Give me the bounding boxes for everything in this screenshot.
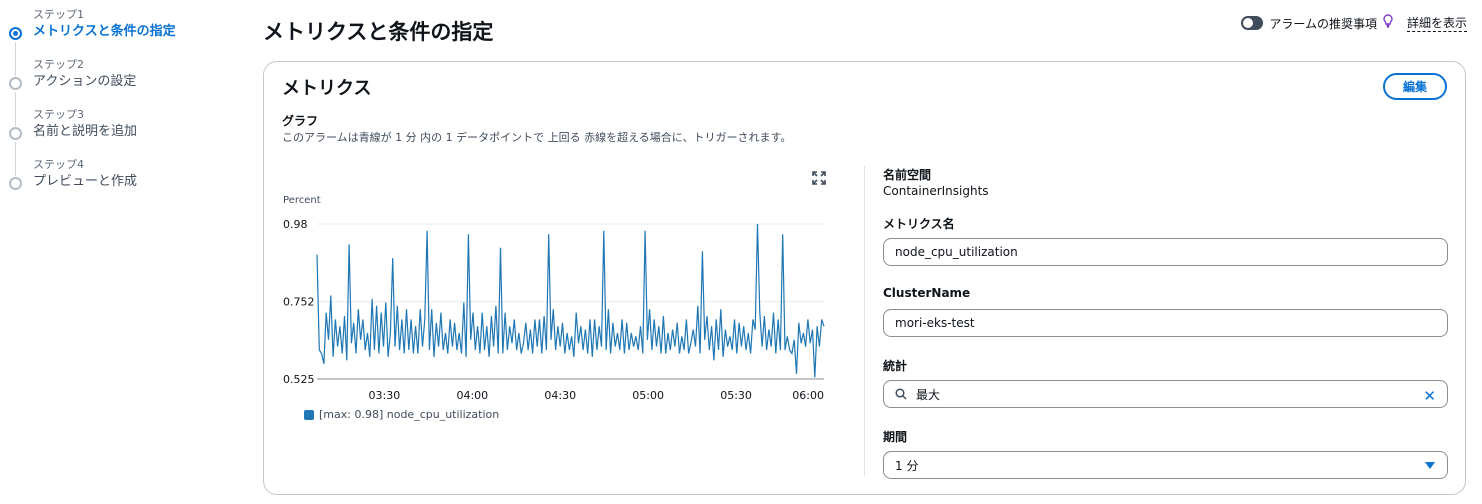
graph-label: グラフ	[282, 114, 319, 128]
recommendations-toggle[interactable]	[1241, 16, 1264, 30]
step-number: ステップ1	[33, 8, 84, 21]
x-tick-label: 05:00	[632, 389, 664, 399]
step-indicator-icon	[9, 177, 22, 190]
close-icon[interactable]: ✕	[1423, 387, 1436, 405]
step-number: ステップ2	[33, 58, 84, 71]
namespace-label: 名前空間	[883, 168, 932, 182]
lightbulb-icon	[1383, 14, 1393, 32]
step-3[interactable]: ステップ3 名前と説明を追加	[8, 108, 228, 176]
metric-chart: Percent 0.98 0.752 0.525 03:30 04:00 04:30 05…	[283, 195, 825, 399]
step-number: ステップ3	[33, 108, 84, 121]
step-title: メトリクスと条件の指定	[33, 24, 176, 39]
period-label: 期間	[883, 430, 908, 444]
y-axis-label: Percent	[283, 195, 321, 206]
x-tick-label: 04:30	[544, 389, 576, 399]
stat-label: 統計	[883, 359, 908, 373]
metric-name-field[interactable]: node_cpu_utilization	[883, 238, 1448, 266]
metric-name-label: メトリクス名	[883, 217, 955, 231]
namespace-value: ContainerInsights	[883, 184, 989, 198]
series-line	[316, 223, 825, 378]
wizard-steps: ステップ1 メトリクスと条件の指定 ステップ2 アクションの設定 ステップ3 名…	[8, 8, 228, 208]
cluster-name-value: mori-eks-test	[895, 316, 975, 330]
metrics-card: メトリクス 編集 グラフ このアラームは青線が 1 分 内の 1 データポイント…	[263, 61, 1466, 495]
chart-legend: [max: 0.98] node_cpu_utilization	[304, 408, 499, 421]
header-tools: アラームの推奨事項 詳細を表示	[1241, 14, 1467, 32]
cluster-name-field[interactable]: mori-eks-test	[883, 309, 1448, 337]
legend-swatch	[304, 409, 314, 420]
step-title: プレビューと作成	[33, 174, 138, 189]
legend-label: [max: 0.98] node_cpu_utilization	[319, 408, 500, 421]
y-tick-label: 0.525	[283, 373, 315, 386]
cluster-label: ClusterName	[883, 286, 971, 300]
x-tick-label: 05:30	[720, 389, 752, 399]
x-tick-label: 04:00	[456, 389, 488, 399]
period-value: 1 分	[895, 458, 919, 473]
stat-autosuggest[interactable]: 最大 ✕	[883, 380, 1448, 408]
divider	[864, 166, 865, 476]
step-indicator-active-icon	[9, 27, 22, 40]
step-title: 名前と説明を追加	[33, 124, 138, 139]
graph-description: このアラームは青線が 1 分 内の 1 データポイントで 上回る 赤線を超える場…	[282, 131, 792, 144]
step-1[interactable]: ステップ1 メトリクスと条件の指定	[8, 8, 228, 76]
stat-value: 最大	[916, 387, 941, 402]
recommendations-label: アラームの推奨事項	[1269, 16, 1377, 31]
edit-button[interactable]: 編集	[1383, 73, 1447, 100]
info-link[interactable]: 詳細を表示	[1406, 14, 1467, 32]
chevron-down-icon	[1425, 462, 1435, 469]
step-indicator-icon	[9, 77, 22, 90]
step-4[interactable]: ステップ4 プレビューと作成	[8, 158, 228, 208]
expand-icon[interactable]	[812, 170, 828, 186]
period-select[interactable]: 1 分	[883, 451, 1448, 479]
y-tick-label: 0.752	[283, 296, 315, 309]
search-icon	[895, 388, 907, 400]
card-title: メトリクス	[282, 78, 372, 99]
x-tick-label: 03:30	[369, 389, 401, 399]
x-tick-label: 06:00	[792, 389, 824, 399]
metric-name-value: node_cpu_utilization	[895, 245, 1018, 259]
step-indicator-icon	[9, 127, 22, 140]
step-2[interactable]: ステップ2 アクションの設定	[8, 58, 228, 126]
metric-fields: 名前空間 ContainerInsights メトリクス名 node_cpu_u…	[883, 166, 1448, 479]
step-number: ステップ4	[33, 158, 84, 171]
y-tick-label: 0.98	[283, 218, 308, 231]
page-title: メトリクスと条件の指定	[263, 20, 494, 44]
step-title: アクションの設定	[33, 74, 137, 89]
